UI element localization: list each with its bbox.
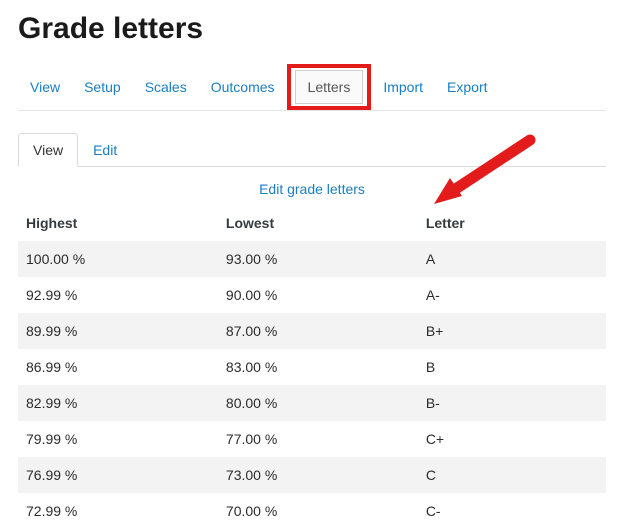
cell-letter: A- [418,277,606,313]
cell-highest: 72.99 % [18,493,218,529]
col-lowest: Lowest [218,205,418,241]
cell-highest: 89.99 % [18,313,218,349]
cell-letter: C+ [418,421,606,457]
cell-lowest: 73.00 % [218,457,418,493]
tab-letters[interactable]: Letters [295,70,364,104]
col-letter: Letter [418,205,606,241]
edit-grade-letters-link[interactable]: Edit grade letters [259,181,365,197]
tab-outcomes[interactable]: Outcomes [199,71,287,103]
cell-lowest: 77.00 % [218,421,418,457]
cell-lowest: 87.00 % [218,313,418,349]
grade-letters-table: Highest Lowest Letter 100.00 %93.00 %A92… [18,205,606,529]
tab-setup[interactable]: Setup [72,71,133,103]
table-row: 89.99 %87.00 %B+ [18,313,606,349]
subtab-view[interactable]: View [18,133,78,167]
primary-tabs: View Setup Scales Outcomes Letters Impor… [18,64,606,111]
cell-letter: C [418,457,606,493]
cell-letter: C- [418,493,606,529]
cell-lowest: 93.00 % [218,241,418,277]
table-row: 92.99 %90.00 %A- [18,277,606,313]
cell-highest: 92.99 % [18,277,218,313]
cell-letter: B [418,349,606,385]
tab-view[interactable]: View [18,71,72,103]
cell-highest: 82.99 % [18,385,218,421]
table-row: 82.99 %80.00 %B- [18,385,606,421]
page-title: Grade letters [18,12,606,46]
cell-letter: A [418,241,606,277]
table-row: 79.99 %77.00 %C+ [18,421,606,457]
cell-lowest: 70.00 % [218,493,418,529]
table-row: 86.99 %83.00 %B [18,349,606,385]
cell-highest: 100.00 % [18,241,218,277]
secondary-tabs: View Edit [18,133,606,167]
table-row: 76.99 %73.00 %C [18,457,606,493]
highlight-letters-tab: Letters [287,64,372,110]
col-highest: Highest [18,205,218,241]
table-row: 100.00 %93.00 %A [18,241,606,277]
subtab-edit[interactable]: Edit [78,133,132,167]
cell-highest: 86.99 % [18,349,218,385]
cell-lowest: 90.00 % [218,277,418,313]
cell-letter: B+ [418,313,606,349]
tab-scales[interactable]: Scales [133,71,199,103]
cell-highest: 79.99 % [18,421,218,457]
cell-lowest: 83.00 % [218,349,418,385]
cell-highest: 76.99 % [18,457,218,493]
cell-letter: B- [418,385,606,421]
tab-export[interactable]: Export [435,71,499,103]
tab-import[interactable]: Import [371,71,435,103]
table-row: 72.99 %70.00 %C- [18,493,606,529]
cell-lowest: 80.00 % [218,385,418,421]
